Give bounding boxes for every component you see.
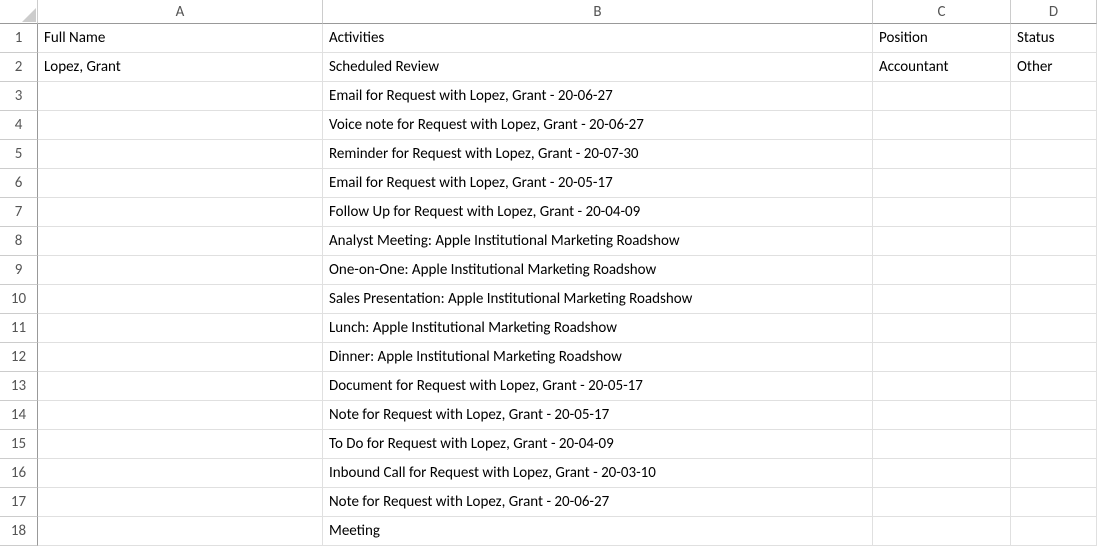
cell-A3[interactable] bbox=[38, 82, 323, 111]
cell-A12[interactable] bbox=[38, 343, 323, 372]
cell-D2[interactable]: Other bbox=[1011, 53, 1097, 82]
cell-D9[interactable] bbox=[1011, 256, 1097, 285]
cell-A1[interactable]: Full Name bbox=[38, 24, 323, 53]
cell-D7[interactable] bbox=[1011, 198, 1097, 227]
cell-B17[interactable]: Note for Request with Lopez, Grant - 20-… bbox=[323, 488, 873, 517]
cell-B8[interactable]: Analyst Meeting: Apple Institutional Mar… bbox=[323, 227, 873, 256]
cell-D8[interactable] bbox=[1011, 227, 1097, 256]
cell-B14[interactable]: Note for Request with Lopez, Grant - 20-… bbox=[323, 401, 873, 430]
row-header[interactable]: 8 bbox=[0, 227, 38, 256]
cell-A18[interactable] bbox=[38, 517, 323, 546]
cell-C6[interactable] bbox=[873, 169, 1011, 198]
row-header[interactable]: 17 bbox=[0, 488, 38, 517]
row-header[interactable]: 10 bbox=[0, 285, 38, 314]
cell-C18[interactable] bbox=[873, 517, 1011, 546]
cell-D11[interactable] bbox=[1011, 314, 1097, 343]
cell-A9[interactable] bbox=[38, 256, 323, 285]
cell-C14[interactable] bbox=[873, 401, 1011, 430]
cell-B2[interactable]: Scheduled Review bbox=[323, 53, 873, 82]
row-header[interactable]: 5 bbox=[0, 140, 38, 169]
row-header[interactable]: 18 bbox=[0, 517, 38, 546]
cell-A6[interactable] bbox=[38, 169, 323, 198]
cell-C10[interactable] bbox=[873, 285, 1011, 314]
cell-D18[interactable] bbox=[1011, 517, 1097, 546]
row-header[interactable]: 11 bbox=[0, 314, 38, 343]
cell-C7[interactable] bbox=[873, 198, 1011, 227]
cell-B10[interactable]: Sales Presentation: Apple Institutional … bbox=[323, 285, 873, 314]
cell-B1[interactable]: Activities bbox=[323, 24, 873, 53]
cell-B3[interactable]: Email for Request with Lopez, Grant - 20… bbox=[323, 82, 873, 111]
row-header[interactable]: 3 bbox=[0, 82, 38, 111]
row-header[interactable]: 4 bbox=[0, 111, 38, 140]
select-all-icon bbox=[22, 8, 36, 22]
cell-A10[interactable] bbox=[38, 285, 323, 314]
cell-B4[interactable]: Voice note for Request with Lopez, Grant… bbox=[323, 111, 873, 140]
cell-C5[interactable] bbox=[873, 140, 1011, 169]
cell-D5[interactable] bbox=[1011, 140, 1097, 169]
cell-A14[interactable] bbox=[38, 401, 323, 430]
cell-D10[interactable] bbox=[1011, 285, 1097, 314]
cell-A13[interactable] bbox=[38, 372, 323, 401]
cell-D4[interactable] bbox=[1011, 111, 1097, 140]
cell-C16[interactable] bbox=[873, 459, 1011, 488]
cell-D6[interactable] bbox=[1011, 169, 1097, 198]
cell-A4[interactable] bbox=[38, 111, 323, 140]
row-header[interactable]: 12 bbox=[0, 343, 38, 372]
row-header[interactable]: 16 bbox=[0, 459, 38, 488]
cell-A8[interactable] bbox=[38, 227, 323, 256]
cell-A5[interactable] bbox=[38, 140, 323, 169]
cell-B7[interactable]: Follow Up for Request with Lopez, Grant … bbox=[323, 198, 873, 227]
cell-D14[interactable] bbox=[1011, 401, 1097, 430]
row-header[interactable]: 9 bbox=[0, 256, 38, 285]
cell-C11[interactable] bbox=[873, 314, 1011, 343]
cell-B6[interactable]: Email for Request with Lopez, Grant - 20… bbox=[323, 169, 873, 198]
column-header-d[interactable]: D bbox=[1011, 0, 1097, 24]
cell-C13[interactable] bbox=[873, 372, 1011, 401]
cell-C1[interactable]: Position bbox=[873, 24, 1011, 53]
cell-D17[interactable] bbox=[1011, 488, 1097, 517]
cell-D3[interactable] bbox=[1011, 82, 1097, 111]
row-header[interactable]: 13 bbox=[0, 372, 38, 401]
column-header-b[interactable]: B bbox=[323, 0, 873, 24]
column-header-c[interactable]: C bbox=[873, 0, 1011, 24]
cell-C4[interactable] bbox=[873, 111, 1011, 140]
row-header[interactable]: 1 bbox=[0, 24, 38, 53]
cell-B15[interactable]: To Do for Request with Lopez, Grant - 20… bbox=[323, 430, 873, 459]
cell-C3[interactable] bbox=[873, 82, 1011, 111]
cell-D13[interactable] bbox=[1011, 372, 1097, 401]
cell-D1[interactable]: Status bbox=[1011, 24, 1097, 53]
cell-B18[interactable]: Meeting bbox=[323, 517, 873, 546]
cell-A15[interactable] bbox=[38, 430, 323, 459]
cell-B5[interactable]: Reminder for Request with Lopez, Grant -… bbox=[323, 140, 873, 169]
row-header[interactable]: 6 bbox=[0, 169, 38, 198]
cell-A16[interactable] bbox=[38, 459, 323, 488]
cell-A11[interactable] bbox=[38, 314, 323, 343]
row-header[interactable]: 15 bbox=[0, 430, 38, 459]
cell-C9[interactable] bbox=[873, 256, 1011, 285]
cell-B16[interactable]: Inbound Call for Request with Lopez, Gra… bbox=[323, 459, 873, 488]
cell-D12[interactable] bbox=[1011, 343, 1097, 372]
cell-B13[interactable]: Document for Request with Lopez, Grant -… bbox=[323, 372, 873, 401]
cell-D15[interactable] bbox=[1011, 430, 1097, 459]
cell-C2[interactable]: Accountant bbox=[873, 53, 1011, 82]
column-header-a[interactable]: A bbox=[38, 0, 323, 24]
row-header[interactable]: 14 bbox=[0, 401, 38, 430]
cell-A17[interactable] bbox=[38, 488, 323, 517]
cell-B12[interactable]: Dinner: Apple Institutional Marketing Ro… bbox=[323, 343, 873, 372]
cell-A2[interactable]: Lopez, Grant bbox=[38, 53, 323, 82]
cell-C17[interactable] bbox=[873, 488, 1011, 517]
cell-A7[interactable] bbox=[38, 198, 323, 227]
cell-C12[interactable] bbox=[873, 343, 1011, 372]
select-all-corner[interactable] bbox=[0, 0, 38, 24]
row-header[interactable]: 7 bbox=[0, 198, 38, 227]
cell-B11[interactable]: Lunch: Apple Institutional Marketing Roa… bbox=[323, 314, 873, 343]
cell-C15[interactable] bbox=[873, 430, 1011, 459]
spreadsheet-grid[interactable]: ABCD1Full NameActivitiesPositionStatus2L… bbox=[0, 0, 1097, 546]
row-header[interactable]: 2 bbox=[0, 53, 38, 82]
cell-B9[interactable]: One-on-One: Apple Institutional Marketin… bbox=[323, 256, 873, 285]
cell-C8[interactable] bbox=[873, 227, 1011, 256]
cell-D16[interactable] bbox=[1011, 459, 1097, 488]
